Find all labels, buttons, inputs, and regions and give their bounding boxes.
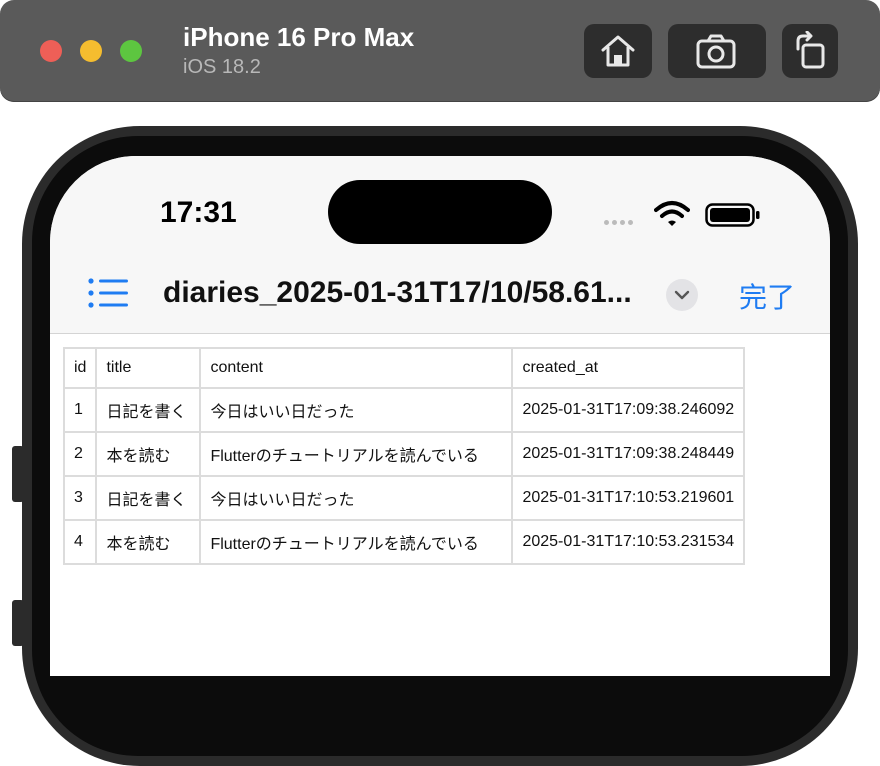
dynamic-island (328, 180, 552, 244)
home-icon (601, 35, 635, 67)
screenshot-button[interactable] (668, 24, 766, 78)
column-header-id: id (62, 347, 98, 389)
signal-icon (604, 220, 633, 225)
phone-screen: 17:31 diaries_2025-01-31T17/10/58.61... (50, 156, 830, 676)
simulator-title-bar: iPhone 16 Pro Max iOS 18.2 (0, 0, 880, 102)
table-header-row: id title content created_at (62, 347, 746, 389)
column-header-created-at: created_at (511, 347, 746, 389)
cell-created-at: 2025-01-31T17:10:53.231534 (511, 519, 746, 565)
cell-content: 今日はいい日だった (199, 387, 514, 433)
device-name: iPhone 16 Pro Max (183, 22, 415, 52)
status-time: 17:31 (160, 196, 237, 229)
column-header-title: title (95, 347, 202, 389)
table-row: 2 本を読む Flutterのチュートリアルを読んでいる 2025-01-31T… (62, 431, 746, 477)
cell-id: 4 (62, 519, 98, 565)
cell-content: Flutterのチュートリアルを読んでいる (199, 519, 514, 565)
cell-title: 日記を書く (95, 387, 202, 433)
minimize-window-button[interactable] (80, 40, 102, 62)
cell-title: 日記を書く (95, 475, 202, 521)
cell-content: 今日はいい日だった (199, 475, 514, 521)
cell-content: Flutterのチュートリアルを読んでいる (199, 431, 514, 477)
table-row: 1 日記を書く 今日はいい日だった 2025-01-31T17:09:38.24… (62, 387, 746, 433)
wifi-icon (654, 201, 690, 226)
cell-title: 本を読む (95, 519, 202, 565)
cell-created-at: 2025-01-31T17:09:38.248449 (511, 431, 746, 477)
done-button[interactable]: 完了 (739, 276, 795, 316)
app-header: 17:31 diaries_2025-01-31T17/10/58.61... (50, 156, 830, 334)
rotate-button[interactable] (782, 24, 838, 78)
cell-title: 本を読む (95, 431, 202, 477)
title-dropdown-button[interactable] (666, 279, 698, 311)
table-row: 4 本を読む Flutterのチュートリアルを読んでいる 2025-01-31T… (62, 519, 746, 565)
cell-id: 1 (62, 387, 98, 433)
cell-created-at: 2025-01-31T17:09:38.246092 (511, 387, 746, 433)
cell-id: 3 (62, 475, 98, 521)
close-window-button[interactable] (40, 40, 62, 62)
table-row: 3 日記を書く 今日はいい日だった 2025-01-31T17:10:53.21… (62, 475, 746, 521)
column-header-content: content (199, 347, 514, 389)
cell-id: 2 (62, 431, 98, 477)
camera-icon (696, 34, 736, 69)
home-button[interactable] (584, 24, 652, 78)
list-icon[interactable] (88, 278, 128, 308)
os-version: iOS 18.2 (183, 56, 261, 78)
rotate-icon (796, 31, 825, 69)
cell-created-at: 2025-01-31T17:10:53.219601 (511, 475, 746, 521)
nav-title: diaries_2025-01-31T17/10/58.61... (163, 276, 632, 309)
data-table: id title content created_at 1 日記を書く 今日はい… (62, 347, 746, 565)
chevron-down-icon (674, 290, 690, 300)
battery-icon (705, 203, 760, 227)
zoom-window-button[interactable] (120, 40, 142, 62)
